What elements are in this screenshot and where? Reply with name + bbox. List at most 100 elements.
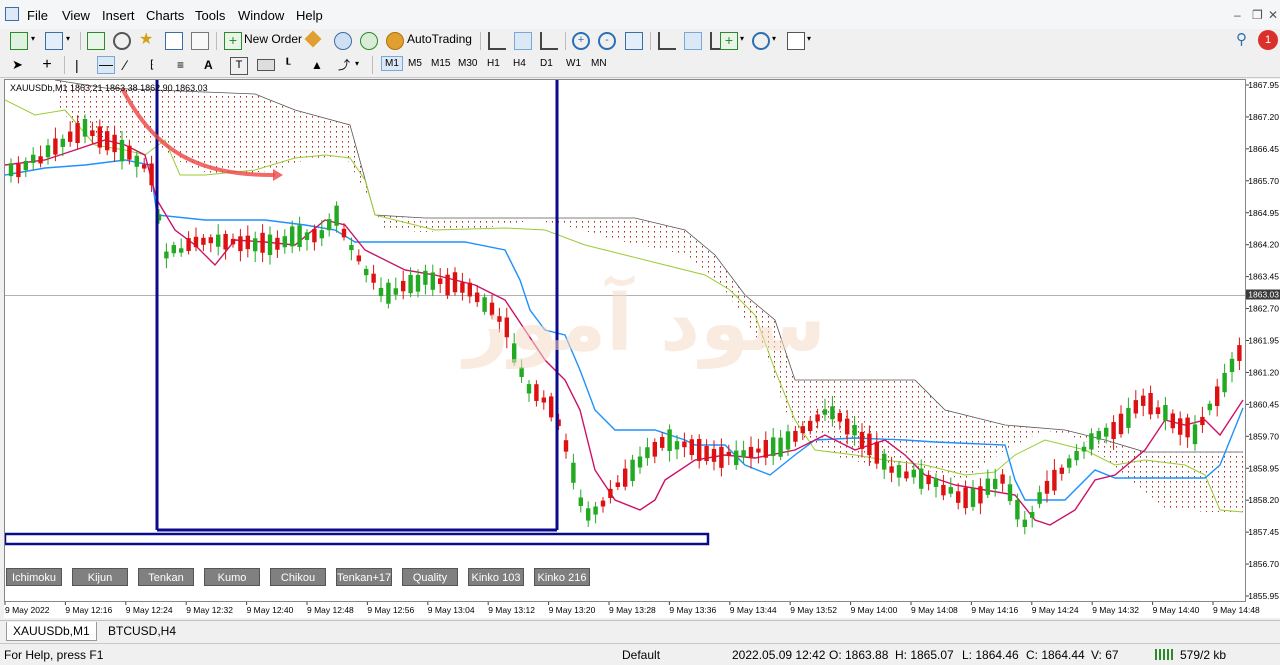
indicators-dropdown-icon[interactable]: ▾ (740, 34, 744, 43)
zoom-in-icon[interactable]: + (572, 32, 590, 50)
bar-chart-icon[interactable] (488, 32, 506, 50)
tf-w1[interactable]: W1 (566, 58, 581, 69)
candle-body-159 (1185, 417, 1190, 438)
candle-body-133 (993, 478, 998, 490)
tab-xauusd[interactable]: XAUUSDb,M1 (6, 622, 97, 641)
menu-charts[interactable]: Charts (146, 8, 184, 23)
tf-h1[interactable]: H1 (487, 58, 500, 69)
minimize-icon[interactable]: – (1234, 8, 1241, 22)
tile-windows-icon[interactable] (625, 32, 643, 50)
signals-icon[interactable] (360, 32, 378, 50)
cursor-icon[interactable]: ➤ (12, 57, 30, 75)
status-bar: For Help, press F1 Default 2022.05.09 12… (0, 643, 1280, 665)
metaeditor-icon[interactable] (304, 30, 322, 48)
tf-m15[interactable]: M15 (431, 58, 450, 69)
candle-body-13 (105, 131, 110, 151)
more-tools-dropdown-icon[interactable]: ▾ (355, 59, 359, 68)
new-order-icon[interactable]: + (224, 32, 242, 50)
crosshair-icon[interactable]: + (38, 57, 56, 75)
search-icon[interactable]: ⚲ (1236, 32, 1254, 50)
menu-view[interactable]: View (62, 8, 90, 23)
periods-dropdown-icon[interactable]: ▾ (772, 34, 776, 43)
candle-body-10 (82, 118, 88, 137)
tf-m1[interactable]: M1 (381, 56, 403, 71)
tf-d1[interactable]: D1 (540, 58, 553, 69)
ichimoku-button[interactable]: Ichimoku (6, 568, 62, 586)
tf-h4[interactable]: H4 (513, 58, 526, 69)
indicators-icon[interactable]: + (720, 32, 738, 50)
arrows-icon[interactable]: ▲ (311, 57, 329, 75)
profiles-icon[interactable] (45, 32, 63, 50)
candle-body-5 (45, 145, 51, 158)
annotation-arrowhead (273, 169, 283, 181)
kijun-button[interactable]: Kijun (72, 568, 128, 586)
autotrading-button[interactable]: AutoTrading (407, 32, 472, 46)
candle-body-162 (1207, 403, 1212, 411)
tenkan17-button[interactable]: Tenkan+17 (336, 568, 392, 586)
autotrading-icon[interactable] (386, 32, 404, 50)
candle-body-157 (1170, 413, 1175, 429)
profiles-dropdown-icon[interactable]: ▾ (66, 34, 70, 43)
autoscroll-icon[interactable] (684, 32, 702, 50)
menu-window[interactable]: Window (238, 8, 284, 23)
rectangle-icon[interactable] (257, 59, 275, 71)
terminal-icon[interactable] (165, 32, 183, 50)
menu-file[interactable]: File (27, 8, 48, 23)
chart-shift-icon[interactable] (658, 32, 676, 50)
candle-body-47 (356, 255, 361, 262)
menu-insert[interactable]: Insert (102, 8, 135, 23)
candlestick-icon[interactable] (514, 32, 532, 50)
chart-window[interactable]: سود آموز XAUUSDb,M1 1863.21 1863.38 1862… (4, 79, 1246, 602)
horizontal-line-icon[interactable]: — (97, 56, 115, 74)
new-chart-dropdown-icon[interactable]: ▾ (31, 34, 35, 43)
new-order-button[interactable]: New Order (244, 32, 302, 46)
strategy-tester-icon[interactable] (191, 32, 209, 50)
tf-m30[interactable]: M30 (458, 58, 477, 69)
market-watch-icon[interactable] (87, 32, 105, 50)
candle-body-119 (889, 466, 894, 473)
vertical-line-icon[interactable]: | (75, 57, 93, 75)
kinko103-button[interactable]: Kinko 103 (468, 568, 524, 586)
candle-body-44 (334, 205, 339, 226)
candle-body-97 (726, 451, 731, 457)
candle-body-0 (8, 163, 14, 177)
tf-mn[interactable]: MN (591, 58, 607, 69)
community-icon[interactable] (334, 32, 352, 50)
price-label-5: 1864.20 (1248, 240, 1279, 250)
line-chart-icon[interactable] (540, 32, 558, 50)
chikou-button[interactable]: Chikou (270, 568, 326, 586)
candle-body-39 (297, 225, 302, 248)
candle-body-106 (793, 430, 798, 442)
trendline-icon[interactable]: ∕ (124, 57, 142, 75)
tab-btcusd[interactable]: BTCUSD,H4 (102, 622, 182, 641)
periods-icon[interactable] (752, 32, 770, 50)
navigator-icon[interactable] (113, 32, 131, 50)
close-icon[interactable]: ✕ (1268, 8, 1278, 22)
price-label-15: 1856.70 (1248, 559, 1279, 569)
candle-body-151 (1126, 407, 1131, 428)
candle-body-165 (1229, 358, 1235, 373)
more-tools-icon[interactable]: ⤴ (338, 57, 356, 75)
menu-help[interactable]: Help (296, 8, 323, 23)
templates-icon[interactable] (787, 32, 805, 50)
favorites-star-icon[interactable]: ★ (139, 32, 157, 50)
new-chart-icon[interactable] (10, 32, 28, 50)
kinko216-button[interactable]: Kinko 216 (534, 568, 590, 586)
tenkan-button[interactable]: Tenkan (138, 568, 194, 586)
channels-icon[interactable]: ⁅ (150, 57, 168, 75)
kumo-button[interactable]: Kumo (204, 568, 260, 586)
price-label-13: 1858.20 (1248, 495, 1279, 505)
tf-m5[interactable]: M5 (408, 58, 422, 69)
restore-icon[interactable]: ❐ (1252, 8, 1263, 22)
notification-badge[interactable]: 1 (1258, 30, 1278, 50)
text-tool-icon[interactable]: A (204, 57, 222, 75)
zoom-out-icon[interactable]: - (598, 32, 616, 50)
text-label-icon[interactable]: T (230, 57, 248, 75)
quality-button[interactable]: Quality (402, 568, 458, 586)
fibonacci-icon[interactable]: ≡ (177, 57, 195, 75)
templates-dropdown-icon[interactable]: ▾ (807, 34, 811, 43)
price-chart[interactable]: سود آموز (5, 80, 1246, 602)
candle-body-1 (16, 164, 21, 178)
shapes-icon[interactable]: ┖ (284, 57, 302, 75)
menu-tools[interactable]: Tools (195, 8, 225, 23)
